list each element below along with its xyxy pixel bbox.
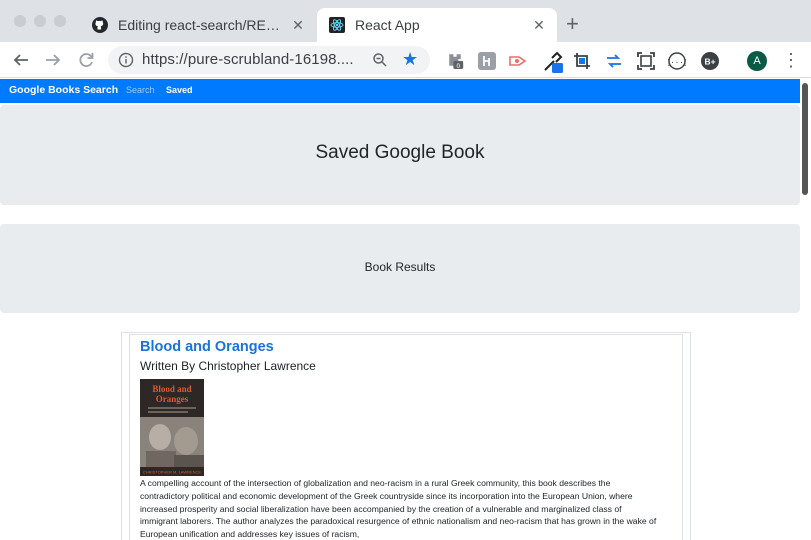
reload-icon[interactable]: [75, 49, 97, 71]
new-tab-button[interactable]: +: [566, 12, 579, 36]
book-title-link[interactable]: Blood and Oranges: [140, 339, 274, 355]
cover-title-line1: Blood and: [152, 384, 191, 394]
screen-capture-icon[interactable]: [637, 52, 655, 70]
honey-h-icon[interactable]: [478, 52, 496, 70]
bplus-label: B+: [704, 57, 715, 67]
app-navbar: Google Books Search Search Saved: [0, 79, 800, 103]
book-author: Written By Christopher Lawrence: [140, 359, 316, 373]
tab-close-icon[interactable]: ✕: [527, 17, 551, 34]
record-icon[interactable]: [509, 52, 527, 70]
forward-arrow-icon[interactable]: [42, 49, 64, 71]
page-scrollbar[interactable]: [800, 79, 811, 540]
browser-toolbar: https://pure-scrubland-16198.... ★ 0 {··…: [0, 42, 811, 78]
tab-title: React App: [355, 17, 420, 33]
cover-author: CHRISTOPHER M. LAWRENCE: [143, 470, 202, 475]
page-viewport: Google Books Search Search Saved Saved G…: [0, 79, 811, 540]
bplus-icon[interactable]: B+: [701, 52, 719, 70]
profile-avatar[interactable]: A: [747, 51, 767, 71]
code-braces-icon[interactable]: {···}: [668, 52, 686, 70]
tab-close-icon[interactable]: ✕: [286, 17, 310, 34]
browser-tab-strip: Editing react-search/README.md ✕ React A…: [0, 0, 811, 42]
nav-link-saved[interactable]: Saved: [166, 85, 193, 95]
swap-arrows-icon[interactable]: [605, 52, 623, 70]
nav-link-search[interactable]: Search: [126, 85, 155, 95]
code-braces-label: {···}: [668, 60, 686, 68]
window-minimize-dot[interactable]: [34, 15, 46, 27]
book-description: A compelling account of the intersection…: [140, 478, 657, 540]
tab-editing-readme[interactable]: Editing react-search/README.md ✕: [80, 8, 316, 42]
tab-react-app[interactable]: React App ✕: [317, 8, 557, 42]
url-text[interactable]: https://pure-scrubland-16198....: [142, 51, 354, 68]
address-bar[interactable]: https://pure-scrubland-16198.... ★: [108, 46, 430, 74]
results-heading: Book Results: [364, 260, 436, 274]
results-jumbotron: Book Results: [0, 224, 800, 313]
back-arrow-icon[interactable]: [10, 49, 32, 71]
zoom-icon[interactable]: [372, 52, 388, 68]
crop-frame-icon[interactable]: [573, 52, 591, 70]
scrollbar-thumb[interactable]: [802, 83, 808, 195]
bookmark-star-icon[interactable]: ★: [402, 49, 418, 69]
color-picker-icon[interactable]: [542, 50, 566, 74]
github-icon: [92, 17, 108, 33]
extension-puzzle-icon[interactable]: 0: [446, 51, 464, 69]
page-title: Saved Google Book: [315, 142, 485, 163]
browser-menu-icon[interactable]: ⋮: [782, 49, 800, 71]
window-close-dot[interactable]: [14, 15, 26, 27]
book-cover-image: Blood and Oranges CHRISTOPHER M. LAWRENC…: [140, 379, 204, 476]
tab-title: Editing react-search/README.md: [118, 17, 286, 33]
header-jumbotron: Saved Google Book: [0, 105, 800, 205]
extension-badge: 0: [456, 63, 460, 69]
window-zoom-dot[interactable]: [54, 15, 66, 27]
site-info-icon[interactable]: [118, 52, 134, 68]
navbar-brand[interactable]: Google Books Search: [9, 84, 118, 96]
cover-title-line2: Oranges: [156, 394, 189, 404]
react-icon: [329, 17, 345, 33]
